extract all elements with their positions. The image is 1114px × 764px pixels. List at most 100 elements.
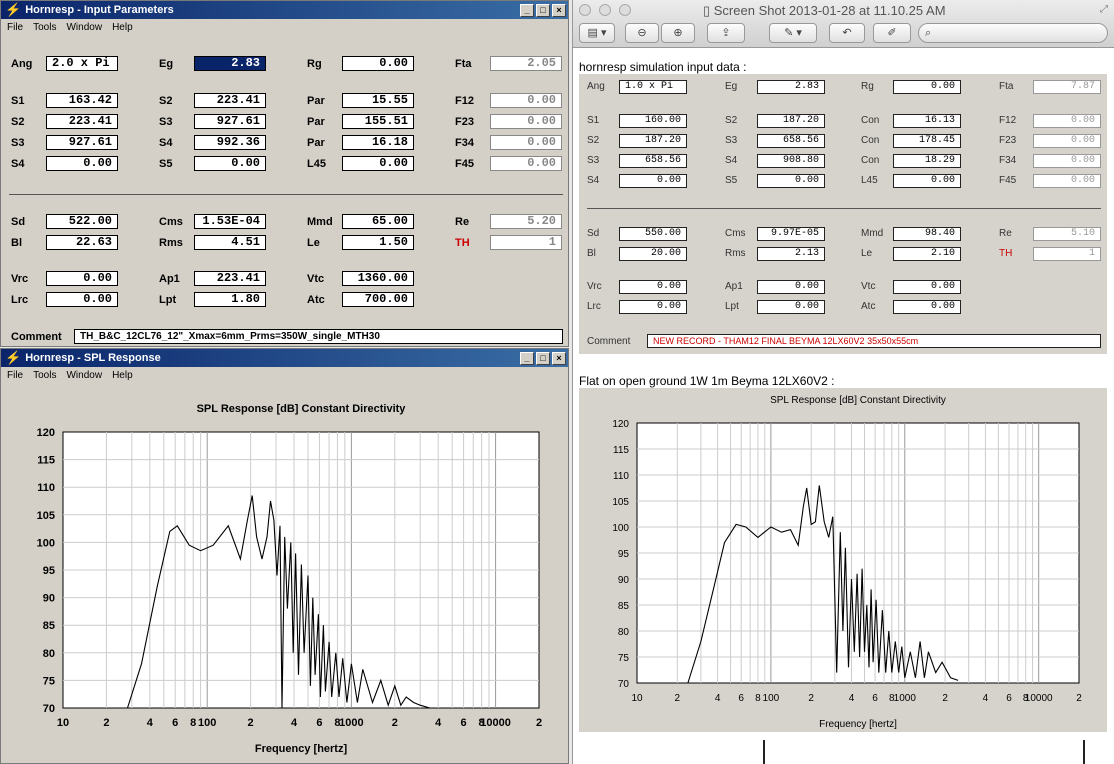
label-l45: L45 — [861, 175, 878, 186]
field-con: 178.45 — [893, 134, 961, 148]
search-input[interactable]: ⌕ — [918, 23, 1108, 43]
edit-button[interactable]: ✐ — [873, 23, 911, 43]
input-parameters-titlebar[interactable]: ⚡ Hornresp - Input Parameters _ □ × — [1, 1, 568, 19]
window-title: ▯ Screen Shot 2013-01-28 at 11.10.25 AM — [703, 3, 946, 19]
chart-title: SPL Response [dB] Constant Directivity — [770, 395, 946, 406]
fullscreen-icon[interactable]: ⤢ — [1100, 4, 1108, 15]
sidebar-view-button[interactable]: ▤ ▾ — [579, 23, 615, 43]
field-s1[interactable]: 163.42 — [46, 93, 118, 108]
x-tick-label: 10 — [631, 693, 643, 704]
label-par: Par — [307, 137, 325, 149]
x-tick-label: 2 — [536, 717, 542, 729]
label-lpt: Lpt — [159, 294, 177, 306]
x-tick-label: 2 — [392, 717, 398, 729]
menu-tools[interactable]: Tools — [33, 370, 56, 381]
label-sd: Sd — [11, 216, 26, 228]
label-f12: F12 — [999, 115, 1017, 126]
field-rms[interactable]: 4.51 — [194, 235, 266, 250]
menu-window[interactable]: Window — [66, 370, 102, 381]
field-vrc[interactable]: 0.00 — [46, 271, 118, 286]
zoom-icon[interactable] — [619, 4, 631, 16]
field-rms: 2.13 — [757, 247, 825, 261]
field-eg[interactable]: 2.83 — [194, 56, 266, 71]
field-f34[interactable]: 0.00 — [490, 135, 562, 150]
field-mmd[interactable]: 65.00 — [342, 214, 414, 229]
field-con: 18.29 — [893, 154, 961, 168]
field-s4[interactable]: 992.36 — [194, 135, 266, 150]
field-par[interactable]: 155.51 — [342, 114, 414, 129]
field-ap1[interactable]: 223.41 — [194, 271, 266, 286]
field-s3[interactable]: 927.61 — [194, 114, 266, 129]
field-lpt[interactable]: 1.80 — [194, 292, 266, 307]
label-ang: Ang — [587, 81, 605, 92]
rotate-button[interactable]: ↶ — [829, 23, 865, 43]
menu-file[interactable]: File — [7, 370, 23, 381]
field-s2[interactable]: 223.41 — [46, 114, 118, 129]
close-icon[interactable]: × — [552, 3, 566, 17]
close-icon[interactable]: × — [552, 351, 566, 365]
zoom-in-button[interactable]: ⊕ — [661, 23, 695, 43]
field-rg[interactable]: 0.00 — [342, 56, 414, 71]
label-cms: Cms — [159, 216, 183, 228]
field-cms: 9.97E-05 — [757, 227, 825, 241]
field-re[interactable]: 5.20 — [490, 214, 562, 229]
field-par[interactable]: 16.18 — [342, 135, 414, 150]
field-bl[interactable]: 22.63 — [46, 235, 118, 250]
maximize-icon[interactable]: □ — [536, 351, 550, 365]
menu-file[interactable]: File — [7, 22, 23, 33]
field-sd[interactable]: 522.00 — [46, 214, 118, 229]
x-tick-label: 10000 — [1025, 693, 1053, 704]
menu-help[interactable]: Help — [112, 370, 133, 381]
window-title-text: Screen Shot 2013-01-28 at 11.10.25 AM — [713, 3, 946, 18]
field-vtc[interactable]: 1360.00 — [342, 271, 414, 286]
label-ap1: Ap1 — [159, 273, 180, 285]
field-par[interactable]: 15.55 — [342, 93, 414, 108]
spl-titlebar[interactable]: ⚡ Hornresp - SPL Response _ □ × — [1, 349, 568, 367]
field-f45: 0.00 — [1033, 174, 1101, 188]
divider — [587, 208, 1101, 209]
field-le[interactable]: 1.50 — [342, 235, 414, 250]
field-l45[interactable]: 0.00 — [342, 156, 414, 171]
field-s4[interactable]: 0.00 — [46, 156, 118, 171]
minimize-icon[interactable] — [599, 4, 611, 16]
menu-tools[interactable]: Tools — [33, 22, 56, 33]
field-cms[interactable]: 1.53E-04 — [194, 214, 266, 229]
x-tick-label: 100 — [198, 717, 216, 729]
minimize-icon[interactable]: _ — [520, 3, 534, 17]
field-eg: 2.83 — [757, 80, 825, 94]
label-s3: S3 — [159, 116, 173, 128]
minimize-icon[interactable]: _ — [520, 351, 534, 365]
label-fta: Fta — [999, 81, 1014, 92]
field-f45[interactable]: 0.00 — [490, 156, 562, 171]
share-button[interactable]: ⇪ — [707, 23, 745, 43]
field-s3[interactable]: 927.61 — [46, 135, 118, 150]
page-heading: hornresp simulation input data : — [579, 60, 747, 74]
comment-field[interactable]: TH_B&C_12CL76_12"_Xmax=6mm_Prms=350W_sin… — [74, 329, 563, 344]
window-title: Hornresp - Input Parameters — [25, 4, 174, 16]
field-ang[interactable]: 2.0 x Pi — [46, 56, 118, 71]
zoom-out-button[interactable]: ⊖ — [625, 23, 659, 43]
field-f23[interactable]: 0.00 — [490, 114, 562, 129]
field-th[interactable]: 1 — [490, 235, 562, 250]
menu-help[interactable]: Help — [112, 22, 133, 33]
y-tick-label: 105 — [612, 497, 629, 508]
field-atc[interactable]: 700.00 — [342, 292, 414, 307]
y-tick-label: 95 — [618, 549, 630, 560]
field-s2[interactable]: 223.41 — [194, 93, 266, 108]
annotate-button[interactable]: ✎ ▾ — [769, 23, 817, 43]
maximize-icon[interactable]: □ — [536, 3, 550, 17]
y-tick-label: 90 — [618, 575, 630, 586]
menu-window[interactable]: Window — [66, 22, 102, 33]
field-f12[interactable]: 0.00 — [490, 93, 562, 108]
field-lrc[interactable]: 0.00 — [46, 292, 118, 307]
x-tick-label: 2 — [942, 693, 948, 704]
field-vrc: 0.00 — [619, 280, 687, 294]
label-s3: S3 — [11, 137, 25, 149]
field-fta[interactable]: 2.05 — [490, 56, 562, 71]
label-par: Par — [307, 95, 325, 107]
close-icon[interactable] — [579, 4, 591, 16]
chart-title: SPL Response [dB] Constant Directivity — [197, 403, 407, 415]
field-s5[interactable]: 0.00 — [194, 156, 266, 171]
x-tick-label: 6 — [872, 693, 878, 704]
comment-field: NEW RECORD - THAM12 FINAL BEYMA 12LX60V2… — [647, 334, 1101, 348]
